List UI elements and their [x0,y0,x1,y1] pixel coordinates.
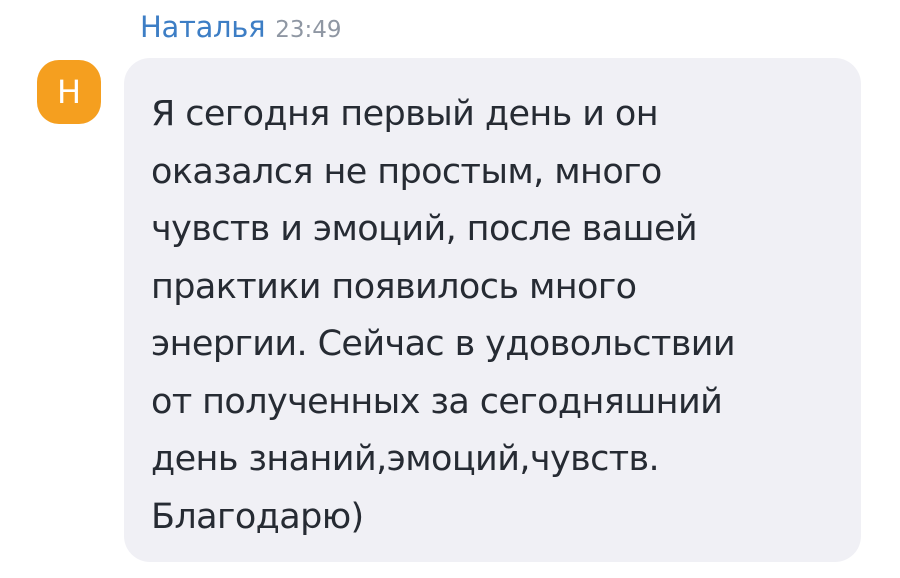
message-header: Наталья 23:49 [140,10,342,50]
avatar-initial: Н [56,73,82,111]
message-text: Я сегодня первый день и он оказался не п… [151,94,736,537]
message-bubble[interactable]: Я сегодня первый день и он оказался не п… [124,58,861,562]
message-timestamp: 23:49 [275,17,342,43]
avatar[interactable]: Н [37,60,101,124]
sender-name[interactable]: Наталья [140,10,266,44]
chat-message: Наталья 23:49 Н Я сегодня первый день и … [0,0,900,578]
